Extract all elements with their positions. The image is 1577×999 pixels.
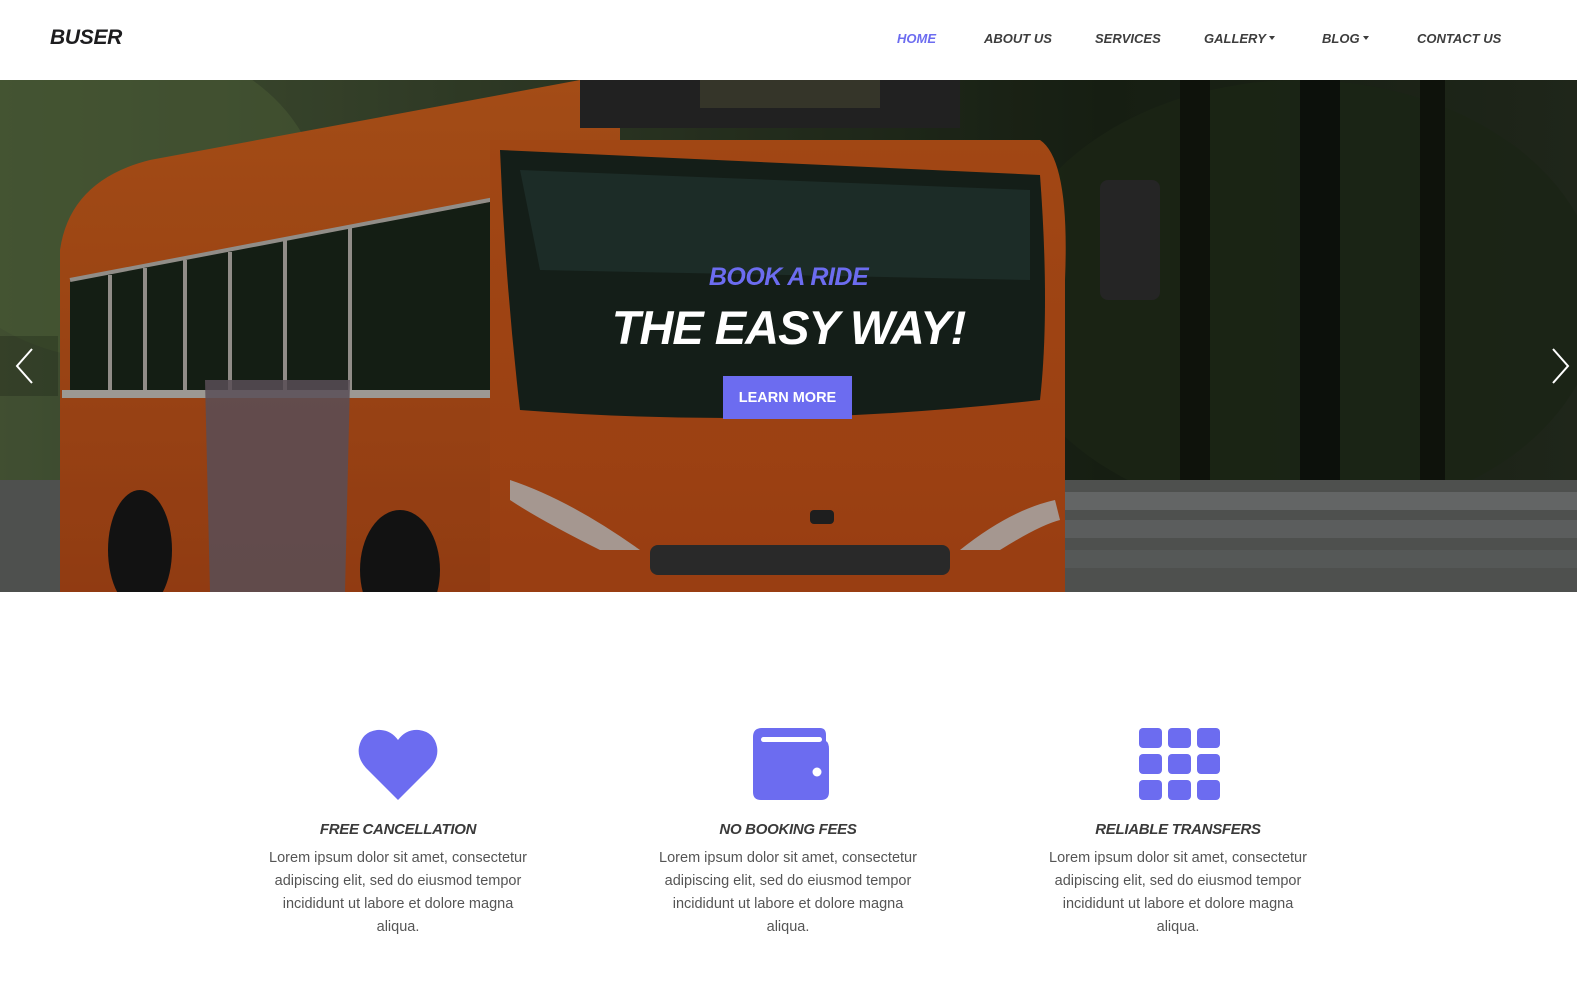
nav-services-label: SERVICES	[1095, 31, 1161, 46]
nav-blog-label: BLOG	[1322, 31, 1360, 46]
hero-kicker: BOOK A RIDE	[708, 263, 869, 291]
feature-text: Lorem ipsum dolor sit amet, consectetur …	[269, 850, 527, 935]
feature-free-cancellation: FREE CANCELLATION Lorem ipsum dolor sit …	[248, 727, 548, 939]
feature-title: RELIABLE TRANSFERS	[1095, 821, 1261, 838]
brand-logo[interactable]: BUSER	[50, 26, 122, 50]
nav-gallery-dropdown[interactable]: GALLERY	[1204, 31, 1275, 46]
learn-more-button[interactable]: LEARN MORE	[723, 376, 852, 419]
caret-down-icon	[1268, 36, 1275, 40]
nav-contact-us[interactable]: CONTACT US	[1417, 31, 1501, 46]
nav-home-label: HOME	[897, 31, 936, 46]
nav-about-us-label: ABOUT US	[984, 31, 1052, 46]
feature-title: NO BOOKING FEES	[719, 821, 857, 838]
feature-text: Lorem ipsum dolor sit amet, consectetur …	[1049, 850, 1307, 935]
carousel-next-button[interactable]	[1519, 336, 1577, 396]
carousel-prev-button[interactable]	[0, 336, 58, 396]
hero-carousel: BOOK A RIDE THE EASY WAY! LEARN MORE	[0, 80, 1577, 592]
nav-home[interactable]: HOME	[897, 31, 936, 46]
feature-reliable-transfers: RELIABLE TRANSFERS Lorem ipsum dolor sit…	[1028, 727, 1328, 939]
nav-contact-us-label: CONTACT US	[1417, 31, 1502, 46]
hero-title: THE EASY WAY!	[611, 301, 966, 354]
nav-about-us[interactable]: ABOUT US	[984, 31, 1052, 46]
nav-services[interactable]: SERVICES	[1095, 31, 1161, 46]
heart-icon	[353, 727, 443, 802]
chevron-right-icon	[1552, 348, 1570, 384]
caret-down-icon	[1362, 36, 1369, 40]
chevron-left-icon	[15, 348, 33, 384]
grid-icon	[1133, 727, 1223, 802]
nav-gallery-label: GALLERY	[1204, 31, 1266, 46]
feature-text: Lorem ipsum dolor sit amet, consectetur …	[659, 850, 917, 935]
navbar: BUSER HOME ABOUT US SERVICES GALLERY BLO…	[0, 0, 1577, 80]
feature-no-booking-fees: NO BOOKING FEES Lorem ipsum dolor sit am…	[638, 727, 938, 939]
wallet-icon	[743, 727, 833, 802]
feature-title: FREE CANCELLATION	[319, 821, 477, 838]
nav-blog-dropdown[interactable]: BLOG	[1322, 31, 1369, 46]
